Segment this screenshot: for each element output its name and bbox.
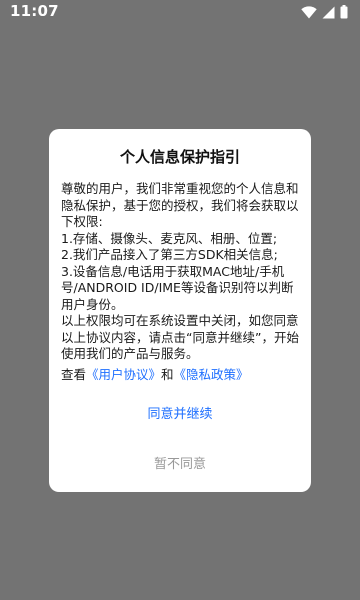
status-icons	[301, 4, 348, 20]
dialog-body: 尊敬的用户，我们非常重视您的个人信息和隐私保护，基于您的授权，我们将会获取以下权…	[61, 181, 301, 363]
dialog-paragraph-permission-3: 3.设备信息/电话用于获取MAC地址/手机号/ANDROID ID/IME等设备…	[61, 263, 294, 312]
status-bar: 11:07	[0, 0, 360, 24]
agreement-links-line: 查看《用户协议》和《隐私政策》	[61, 367, 249, 383]
dialog-paragraph-permission-1: 1.存储、摄像头、麦克风、相册、位置;	[61, 230, 278, 246]
privacy-dialog: 个人信息保护指引 尊敬的用户，我们非常重视您的个人信息和隐私保护，基于您的授权，…	[49, 129, 311, 492]
disagree-button[interactable]: 暂不同意	[49, 449, 311, 476]
and-text: 和	[161, 367, 174, 382]
signal-icon	[322, 6, 335, 19]
user-agreement-link[interactable]: 《用户协议》	[86, 367, 161, 382]
dialog-paragraph-settings: 以上权限均可在系统设置中关闭，如您同意以上协议内容，请点击“同意并继续”，开始使…	[61, 313, 299, 361]
battery-icon	[340, 5, 348, 19]
dialog-paragraph-permission-2: 2.我们产品接入了第三方SDK相关信息;	[61, 247, 278, 262]
privacy-policy-link[interactable]: 《隐私政策》	[174, 367, 249, 382]
dialog-paragraph-intro: 尊敬的用户，我们非常重视您的个人信息和隐私保护，基于您的授权，我们将会获取以下权…	[61, 181, 299, 229]
view-prefix-text: 查看	[61, 367, 87, 382]
dialog-title: 个人信息保护指引	[119, 148, 240, 166]
agree-continue-button[interactable]: 同意并继续	[49, 399, 311, 426]
wifi-icon	[301, 5, 317, 19]
status-time: 11:07	[10, 2, 59, 20]
